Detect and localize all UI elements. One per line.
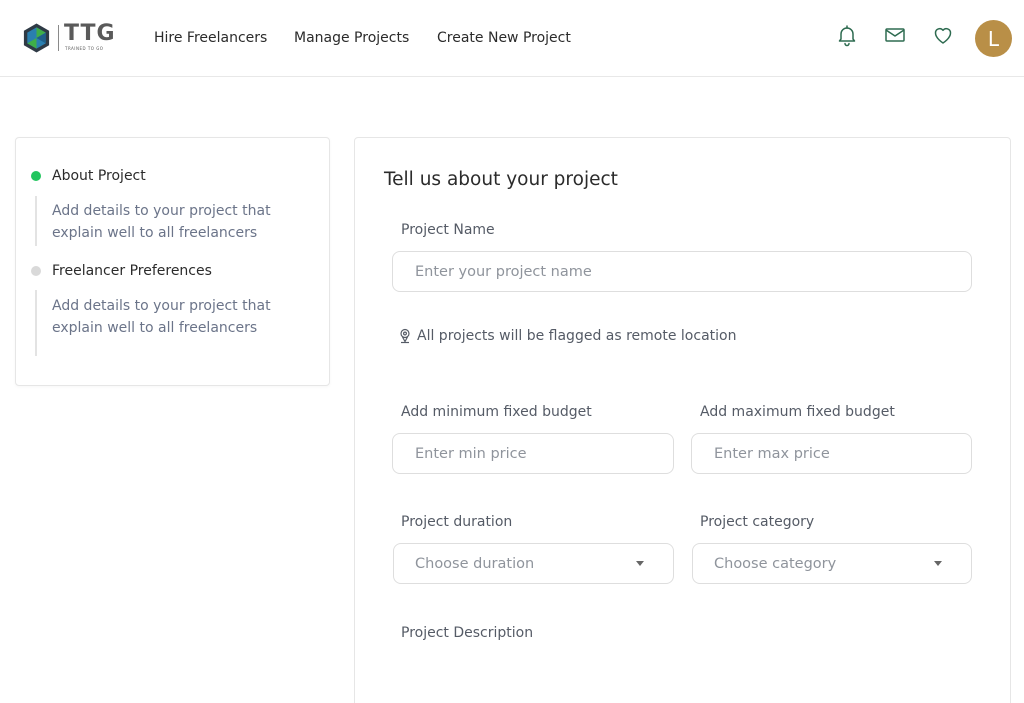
min-price-input[interactable] [392,433,674,474]
description-label: Project Description [401,625,534,641]
logo-divider [58,25,59,51]
nav-manage-projects[interactable]: Manage Projects [294,28,409,48]
min-budget-label: Add minimum fixed budget [401,404,592,420]
step-description: Add details to your project that explain… [52,298,271,336]
duration-select[interactable]: Choose duration [393,543,674,584]
project-form-card: Tell us about your project Project Name … [354,137,1011,703]
duration-label: Project duration [401,514,513,530]
mail-icon[interactable] [883,23,907,47]
project-name-label: Project Name [401,222,495,238]
chevron-down-icon [636,561,644,566]
step-connector [35,290,37,356]
bell-icon[interactable] [835,23,859,47]
max-price-input[interactable] [691,433,972,474]
heart-icon[interactable] [931,23,955,47]
step-description: Add details to your project that explain… [52,203,271,241]
step-title-freelancer-preferences[interactable]: Freelancer Preferences [52,261,212,281]
nav-create-new-project[interactable]: Create New Project [437,28,571,48]
step-title-about-project[interactable]: About Project [52,166,146,186]
form-title: Tell us about your project [384,169,618,190]
logo-hexagon-icon [23,23,50,53]
nav-hire-freelancers[interactable]: Hire Freelancers [154,28,267,48]
category-select-value: Choose category [714,556,837,572]
remote-note-text: All projects will be flagged as remote l… [417,328,737,344]
step-active-dot [31,171,41,181]
project-name-input[interactable] [392,251,972,292]
top-navbar: TTG TRAINED TO GO Hire Freelancers Manag… [0,0,1024,77]
brand-logo[interactable]: TTG TRAINED TO GO [21,22,116,54]
duration-select-value: Choose duration [415,556,535,572]
logo-subtext: TRAINED TO GO [65,46,104,51]
step-inactive-dot [31,266,41,276]
chevron-down-icon [934,561,942,566]
remote-note: All projects will be flagged as remote l… [398,326,736,346]
max-budget-label: Add maximum fixed budget [700,404,895,420]
category-label: Project category [700,514,815,530]
location-pin-icon [400,328,410,344]
steps-card: About Project Add details to your projec… [15,137,330,386]
category-select[interactable]: Choose category [692,543,972,584]
step-connector [35,196,37,246]
logo-text: TTG [64,21,116,46]
avatar[interactable]: L [975,20,1012,57]
